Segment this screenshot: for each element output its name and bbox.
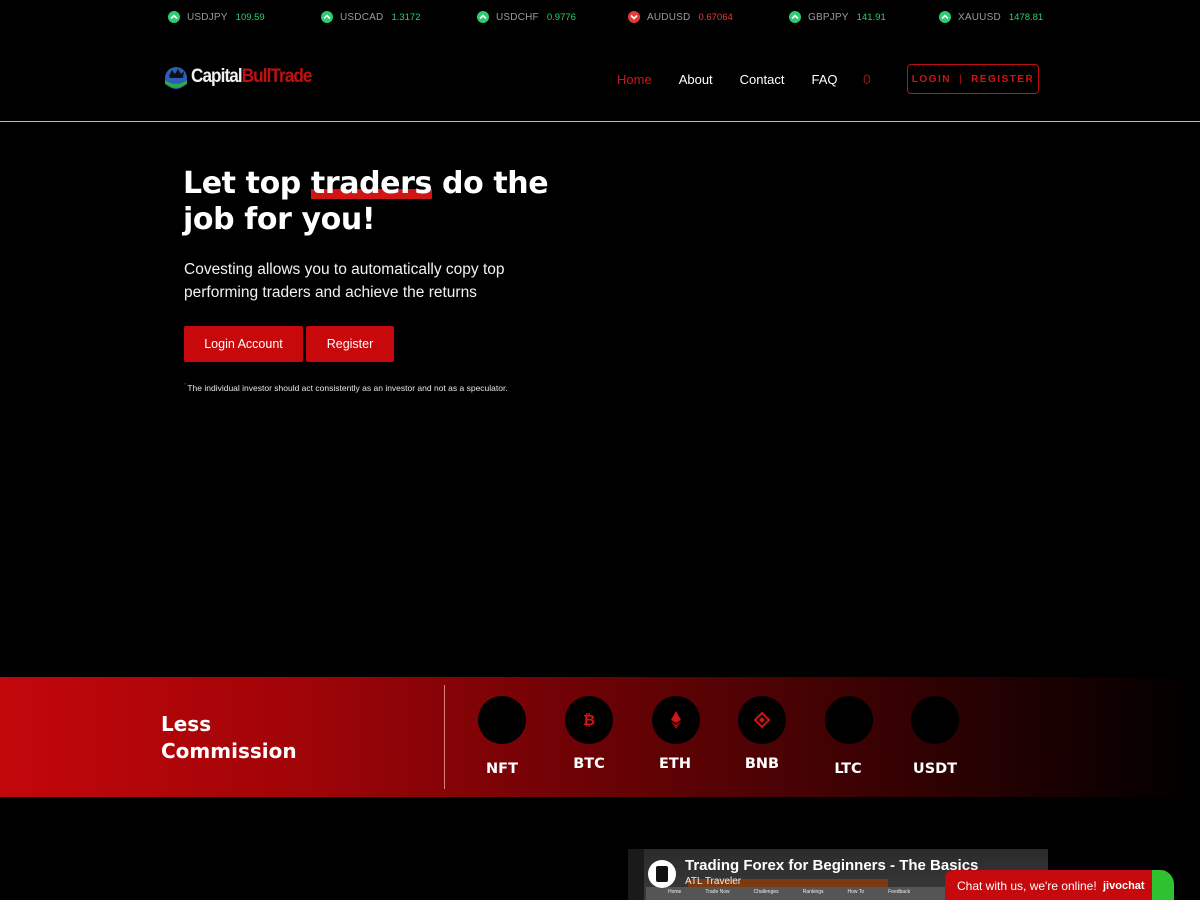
ticker-symbol: USDCAD	[340, 11, 384, 23]
bull-globe-icon	[165, 67, 187, 89]
main-nav: Home About Contact FAQ	[617, 72, 865, 87]
header-login-link[interactable]: LOGIN	[912, 74, 951, 85]
ticker-value: 0.67064	[698, 11, 733, 23]
band-title-line2: Commission	[161, 739, 297, 763]
coin-label-btc: BTC	[573, 756, 605, 772]
auth-separator: |	[958, 73, 964, 85]
nav-faq[interactable]: FAQ	[811, 72, 837, 87]
price-ticker: USDJPY 109.59 USDCAD 1.3172 USDCHF 0.977…	[0, 0, 1200, 36]
video-nav-item: Feedback	[888, 889, 911, 895]
login-account-button[interactable]: Login Account	[184, 326, 303, 362]
cart-count[interactable]: 0	[863, 71, 871, 87]
svg-text:₿: ₿	[583, 711, 595, 729]
arrow-up-icon	[321, 11, 333, 23]
bitcoin-icon: ₿	[565, 696, 613, 744]
chat-brand: jivochat	[1103, 880, 1145, 892]
chat-prompt[interactable]: Chat with us, we're online!	[957, 879, 1097, 893]
ticker-item[interactable]: USDCAD 1.3172	[321, 11, 421, 23]
tether-icon	[911, 696, 959, 744]
disclaimer-note: *The individual investor should act cons…	[184, 383, 508, 393]
ticker-item[interactable]: AUDUSD 0.67064	[628, 11, 733, 23]
chat-online-indicator	[1152, 870, 1174, 900]
nav-about[interactable]: About	[679, 72, 713, 87]
band-title-line1: Less	[161, 712, 212, 736]
hero-subtitle: Covesting allows you to automatically co…	[184, 261, 505, 301]
video-nav-item: Challenges	[753, 889, 779, 895]
bnb-icon	[738, 696, 786, 744]
video-title[interactable]: Trading Forex for Beginners - The Basics	[685, 857, 978, 874]
ticker-symbol: USDJPY	[187, 11, 228, 23]
header-divider	[0, 121, 1200, 122]
hero-title-start: Let top	[183, 166, 311, 201]
video-nav-item: Home	[668, 889, 682, 895]
ticker-item[interactable]: XAUUSD 1478.81	[939, 11, 1043, 23]
nav-contact[interactable]: Contact	[740, 72, 785, 87]
ticker-item[interactable]: GBPJPY 141.91	[789, 11, 886, 23]
ethereum-icon	[652, 696, 700, 744]
ticker-value: 1.3172	[391, 11, 421, 23]
video-thumbnail-nav: Home Trade Now Challenges Rankings How T…	[668, 889, 934, 895]
ticker-symbol: USDCHF	[496, 11, 539, 23]
band-title: Less Commission	[161, 711, 297, 765]
ticker-symbol: GBPJPY	[808, 11, 849, 23]
register-button[interactable]: Register	[306, 326, 394, 362]
hero-title: Let top traders do the job for you!	[183, 166, 573, 238]
arrow-up-icon	[939, 11, 951, 23]
logo-text-capital: Capital	[191, 66, 243, 87]
nav-home[interactable]: Home	[617, 72, 652, 87]
coin-label-nft: NFT	[486, 761, 518, 777]
coin-label-ltc: LTC	[834, 761, 862, 777]
arrow-up-icon	[477, 11, 489, 23]
nft-icon	[478, 696, 526, 744]
arrow-down-icon	[628, 11, 640, 23]
site-logo[interactable]: CapitalBullTrade	[163, 62, 325, 92]
ticker-item[interactable]: USDCHF 0.9776	[477, 11, 576, 23]
video-nav-item: How To	[847, 889, 865, 895]
coin-label-eth: ETH	[659, 756, 691, 772]
arrow-up-icon	[789, 11, 801, 23]
ticker-value: 1478.81	[1008, 11, 1044, 23]
litecoin-icon	[825, 696, 873, 744]
logo-text-bulltrade: BullTrade	[241, 66, 313, 87]
ticker-value: 109.59	[235, 11, 265, 23]
note-marker: *	[184, 383, 187, 389]
header-register-link[interactable]: REGISTER	[971, 74, 1034, 85]
coin-label-usdt: USDT	[912, 761, 958, 777]
disclaimer-text: The individual investor should act consi…	[187, 383, 508, 393]
channel-avatar[interactable]	[648, 860, 676, 888]
video-nav-item: Rankings	[802, 889, 824, 895]
video-channel[interactable]: ATL Traveler	[685, 876, 741, 887]
ticker-item[interactable]: USDJPY 109.59	[168, 11, 265, 23]
arrow-up-icon	[168, 11, 180, 23]
login-register-button[interactable]: LOGIN | REGISTER	[907, 64, 1039, 94]
coin-label-bnb: BNB	[744, 756, 780, 772]
video-nav-item: Trade Now	[705, 889, 730, 895]
band-divider	[444, 685, 445, 789]
ticker-value: 141.91	[856, 11, 886, 23]
hero-title-highlight: traders	[310, 166, 432, 201]
ticker-symbol: XAUUSD	[958, 11, 1001, 23]
ticker-symbol: AUDUSD	[647, 11, 691, 23]
ticker-value: 0.9776	[546, 11, 576, 23]
